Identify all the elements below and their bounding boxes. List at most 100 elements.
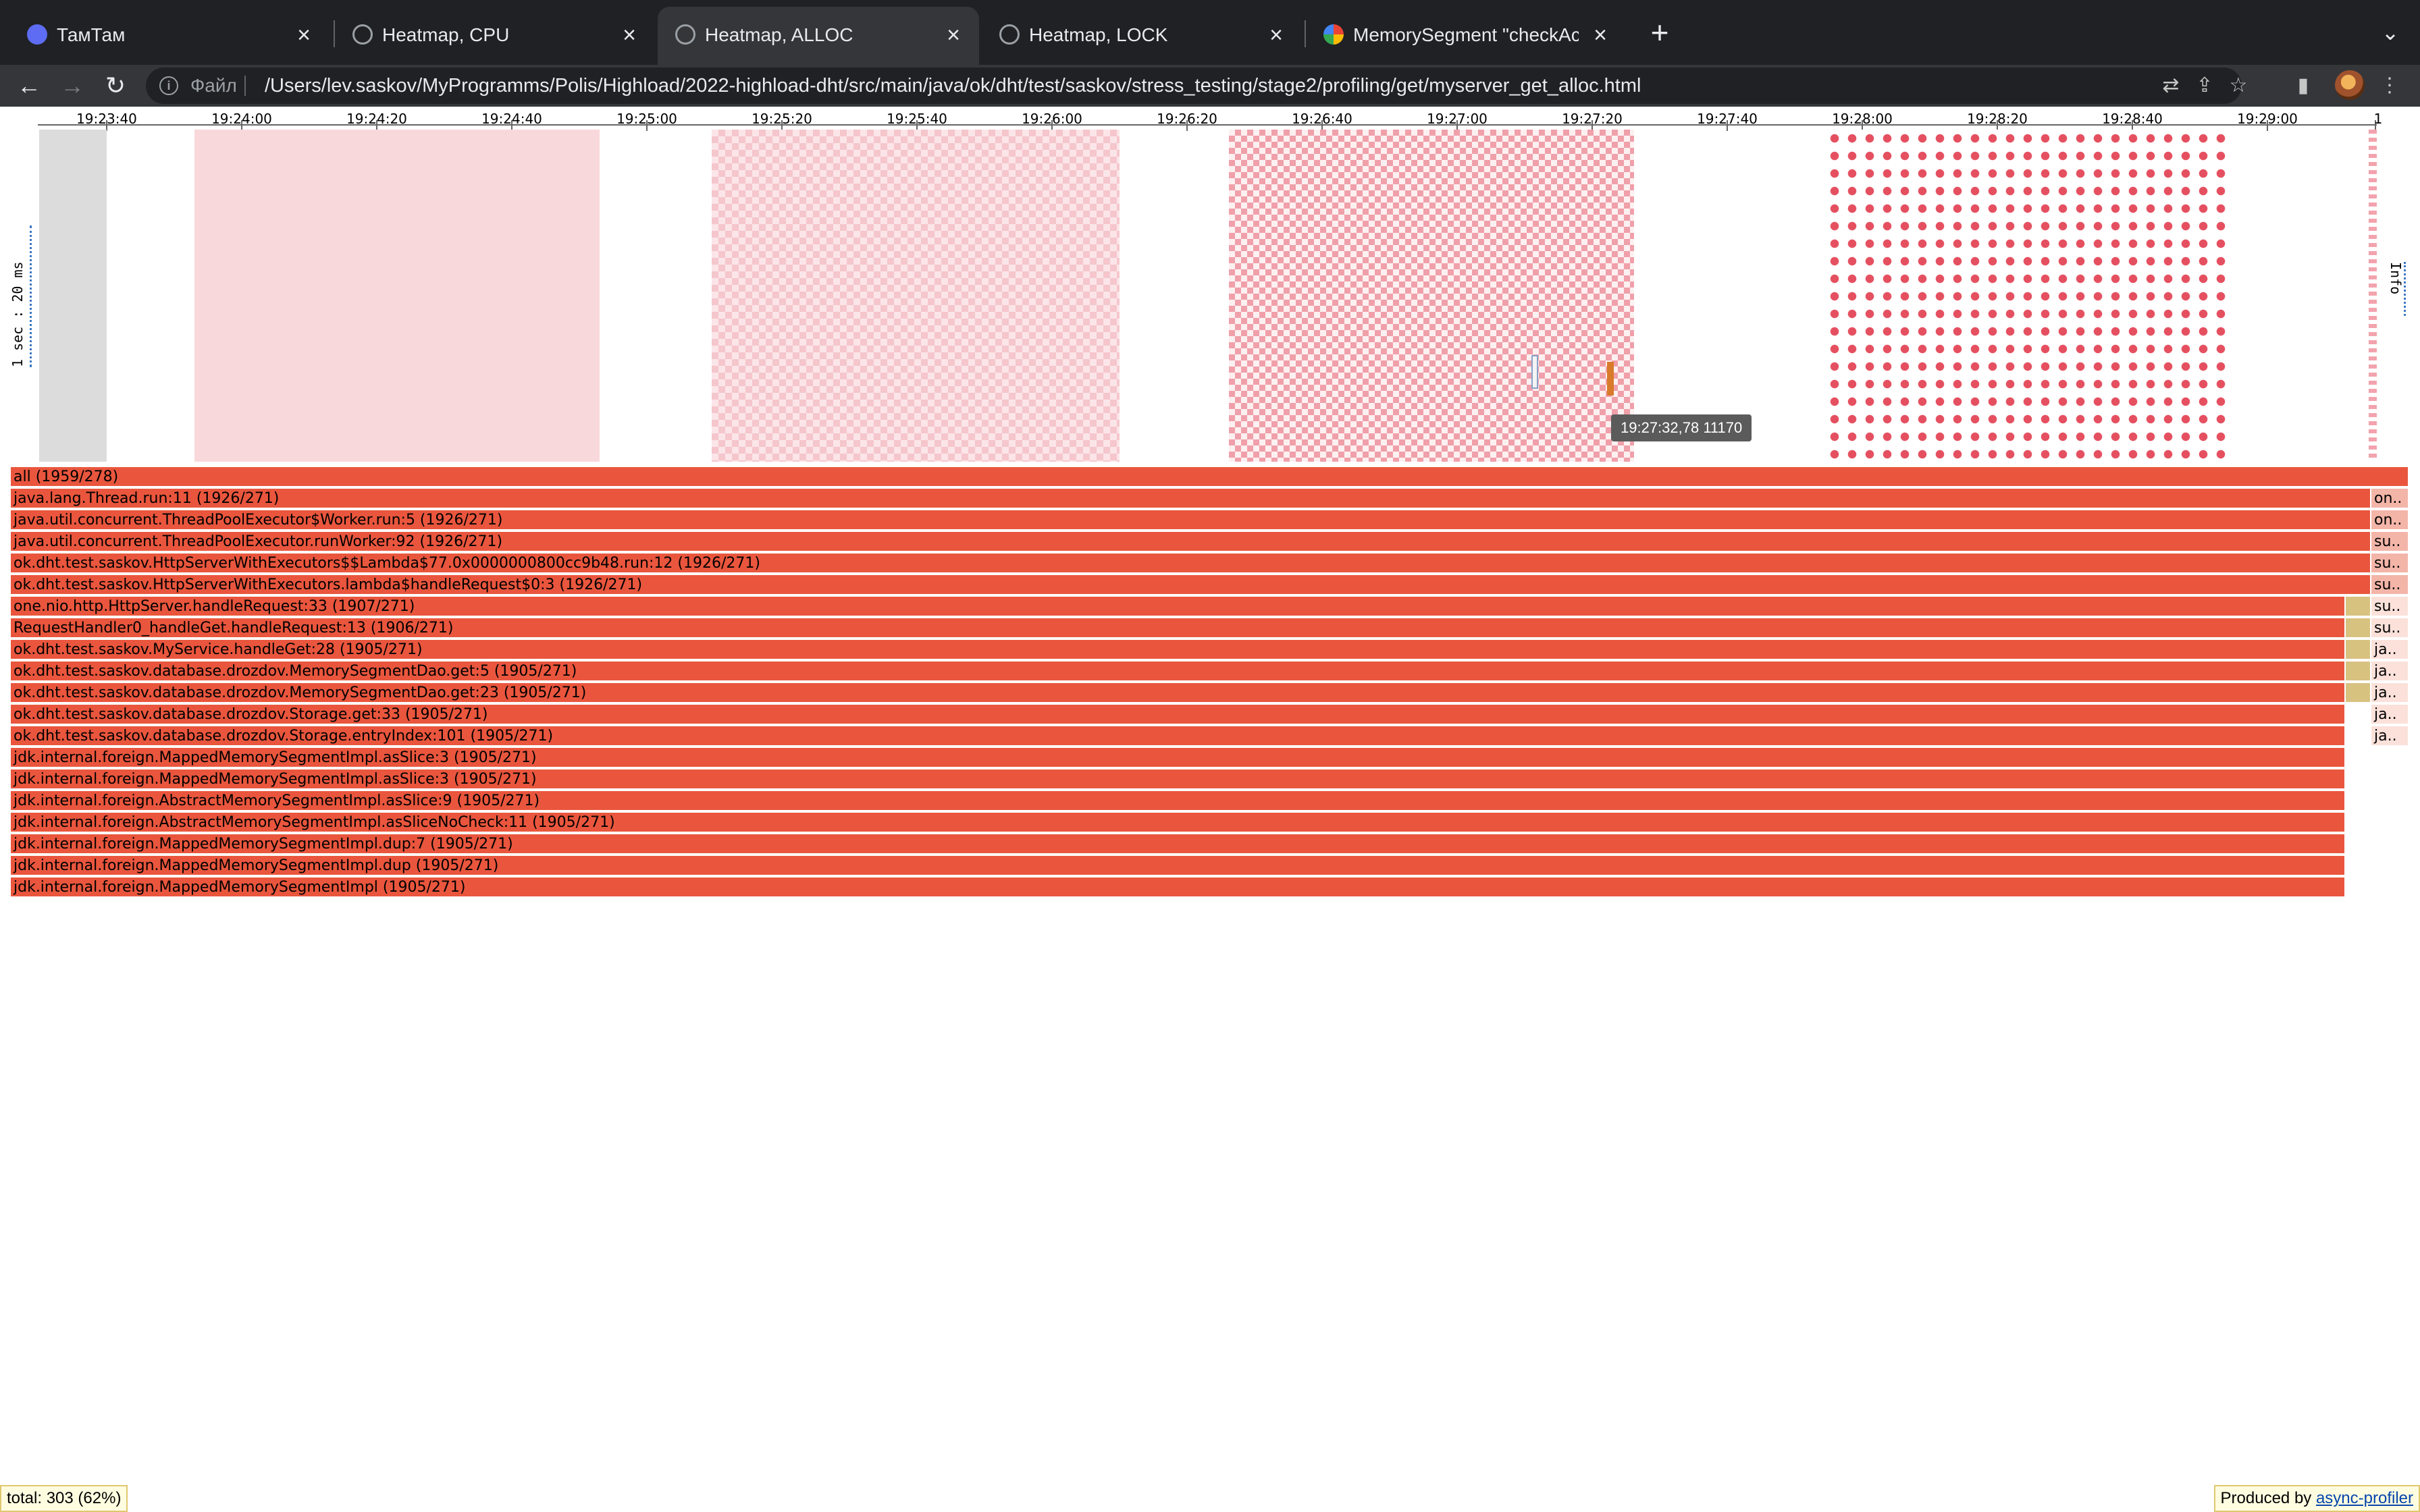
globe-icon: [999, 24, 1020, 45]
status-total: total: 303 (62%): [0, 1485, 128, 1512]
heatmap-block[interactable]: [1826, 130, 2234, 462]
url-text[interactable]: /Users/lev.saskov/MyProgramms/Polis/High…: [265, 74, 1641, 97]
flame-frame[interactable]: jdk.internal.foreign.MappedMemorySegment…: [11, 878, 2344, 898]
tab-heatmap-lock[interactable]: Heatmap, LOCK ×: [982, 7, 1302, 65]
flame-frame-side[interactable]: su..: [2371, 618, 2408, 639]
time-tick-label: 19:26:40: [1292, 111, 1352, 127]
flame-frame[interactable]: ok.dht.test.saskov.database.drozdov.Memo…: [11, 683, 2344, 703]
tab-title: ТамТам: [57, 24, 126, 45]
heatmap-block[interactable]: [39, 130, 107, 462]
browser-toolbar: ← → ↻ i Файл /Users/lev.saskov/MyProgram…: [0, 65, 2420, 107]
time-tick-label: 19:28:00: [1832, 111, 1893, 127]
heatmap-block[interactable]: [194, 130, 600, 462]
time-tick-label: 19:26:20: [1157, 111, 1217, 127]
share-icon[interactable]: ⇪: [2190, 72, 2219, 100]
flame-frame-side[interactable]: ja..: [2371, 705, 2408, 725]
tab-memorysegment-search[interactable]: MemorySegment "checkAcces ×: [1306, 7, 1626, 65]
flame-frame-side[interactable]: ja..: [2371, 662, 2408, 682]
time-tick-label: 19:27:40: [1697, 111, 1758, 127]
tab-title: MemorySegment "checkAcces: [1353, 24, 1579, 45]
tab-strip: ТамТам × Heatmap, CPU × Heatmap, ALLOC ×…: [0, 0, 2420, 65]
back-button[interactable]: ←: [12, 69, 46, 103]
flame-frame-side[interactable]: su..: [2371, 532, 2408, 552]
flame-frame-side[interactable]: su..: [2371, 597, 2408, 617]
menu-icon[interactable]: ⋮: [2375, 72, 2404, 100]
side-panel-icon[interactable]: ▮: [2289, 72, 2317, 100]
time-tick-label: 19:28:40: [2102, 111, 2163, 127]
profile-avatar[interactable]: [2335, 70, 2365, 100]
flame-frame-side[interactable]: ja..: [2371, 640, 2408, 660]
flame-frame-minor[interactable]: [2346, 683, 2370, 703]
flame-frame[interactable]: ok.dht.test.saskov.database.drozdov.Stor…: [11, 726, 2344, 747]
flame-frame[interactable]: all (1959/278): [11, 467, 2408, 487]
flame-frame-side[interactable]: ja..: [2371, 683, 2408, 703]
flame-frame[interactable]: java.util.concurrent.ThreadPoolExecutor.…: [11, 532, 2370, 552]
flame-frame[interactable]: ok.dht.test.saskov.HttpServerWithExecuto…: [11, 554, 2370, 574]
async-profiler-link[interactable]: async-profiler: [2316, 1489, 2413, 1507]
tab-heatmap-alloc[interactable]: Heatmap, ALLOC ×: [658, 7, 979, 65]
time-tick-label: 19:24:00: [211, 111, 272, 127]
flame-frame-side[interactable]: on..: [2371, 489, 2408, 509]
time-tick-label: 19:27:00: [1427, 111, 1488, 127]
info-label[interactable]: Info: [2384, 262, 2406, 316]
time-tick-label: 19:25:20: [752, 111, 812, 127]
heatmap-block[interactable]: [2369, 130, 2377, 462]
flame-frame[interactable]: ok.dht.test.saskov.database.drozdov.Memo…: [11, 662, 2344, 682]
profiler-page: 19:23:40 19:24:00 19:24:20 19:24:40 19:25:00…: [0, 107, 2420, 1512]
scale-label: 1 sec : 20 ms: [9, 225, 32, 367]
flame-frame[interactable]: jdk.internal.foreign.MappedMemorySegment…: [11, 856, 2344, 876]
tab-tamtam[interactable]: ТамТам ×: [9, 7, 330, 65]
flame-frame-minor[interactable]: [2346, 597, 2370, 617]
flame-frame-minor[interactable]: [2346, 640, 2370, 660]
flame-frame[interactable]: ok.dht.test.saskov.database.drozdov.Stor…: [11, 705, 2344, 725]
time-tick-label: 1: [2373, 111, 2383, 127]
time-tick-label: 19:24:20: [346, 111, 407, 127]
flame-frame[interactable]: jdk.internal.foreign.AbstractMemorySegme…: [11, 791, 2344, 811]
flame-frame[interactable]: RequestHandler0_handleGet.handleRequest:…: [11, 618, 2344, 639]
flame-frame-minor[interactable]: [2346, 662, 2370, 682]
status-produced-by: Produced by async-profiler: [2213, 1485, 2420, 1512]
heatmap-block[interactable]: [712, 130, 1120, 462]
tab-heatmap-cpu[interactable]: Heatmap, CPU ×: [335, 7, 655, 65]
close-icon[interactable]: ×: [290, 22, 317, 49]
tab-search-button[interactable]: ⌄: [2374, 16, 2406, 49]
tamtam-icon: [27, 24, 47, 45]
heatmap-block[interactable]: [1229, 130, 1634, 462]
time-tick-label: 19:25:40: [887, 111, 947, 127]
time-tick-label: 19:29:00: [2237, 111, 2298, 127]
flame-frame-side[interactable]: on..: [2371, 510, 2408, 531]
time-tick-label: 19:28:20: [1967, 111, 2028, 127]
flame-frame[interactable]: one.nio.http.HttpServer.handleRequest:33…: [11, 597, 2344, 617]
flame-frame[interactable]: jdk.internal.foreign.MappedMemorySegment…: [11, 770, 2344, 790]
forward-button[interactable]: →: [55, 69, 89, 103]
flame-frame-minor[interactable]: [2346, 618, 2370, 639]
flame-frame[interactable]: jdk.internal.foreign.AbstractMemorySegme…: [11, 813, 2344, 833]
bookmark-star-icon[interactable]: ☆: [2224, 72, 2253, 100]
address-bar[interactable]: i Файл /Users/lev.saskov/MyProgramms/Pol…: [146, 68, 2247, 104]
time-tick-label: 19:26:00: [1022, 111, 1082, 127]
flame-frame[interactable]: java.util.concurrent.ThreadPoolExecutor$…: [11, 510, 2370, 531]
flame-frame-side[interactable]: su..: [2371, 554, 2408, 574]
flame-frame[interactable]: jdk.internal.foreign.MappedMemorySegment…: [11, 834, 2344, 855]
close-icon[interactable]: ×: [616, 22, 643, 49]
new-tab-button[interactable]: +: [1642, 15, 1677, 50]
translate-icon[interactable]: ⇄: [2157, 72, 2185, 100]
close-icon[interactable]: ×: [1587, 22, 1614, 49]
close-icon[interactable]: ×: [940, 22, 967, 49]
flame-frame-side[interactable]: su..: [2371, 575, 2408, 595]
flame-frame[interactable]: java.lang.Thread.run:11 (1926/271): [11, 489, 2370, 509]
tab-title: Heatmap, CPU: [382, 24, 510, 45]
info-icon[interactable]: i: [159, 76, 178, 95]
flame-frame[interactable]: ok.dht.test.saskov.MyService.handleGet:2…: [11, 640, 2344, 660]
scheme-label: Файл: [190, 75, 237, 96]
heatmap-selected-cell: [1607, 362, 1614, 396]
flame-frame[interactable]: ok.dht.test.saskov.HttpServerWithExecuto…: [11, 575, 2370, 595]
flame-frame[interactable]: jdk.internal.foreign.MappedMemorySegment…: [11, 748, 2344, 768]
google-icon: [1323, 24, 1344, 45]
flame-frame-side[interactable]: ja..: [2371, 726, 2408, 747]
reload-button[interactable]: ↻: [99, 69, 132, 103]
heatmap-tooltip: 19:27:32,78 11170: [1611, 414, 1752, 441]
close-icon[interactable]: ×: [1263, 22, 1290, 49]
time-tick-label: 19:23:40: [76, 111, 137, 127]
time-tick-label: 19:27:20: [1562, 111, 1623, 127]
